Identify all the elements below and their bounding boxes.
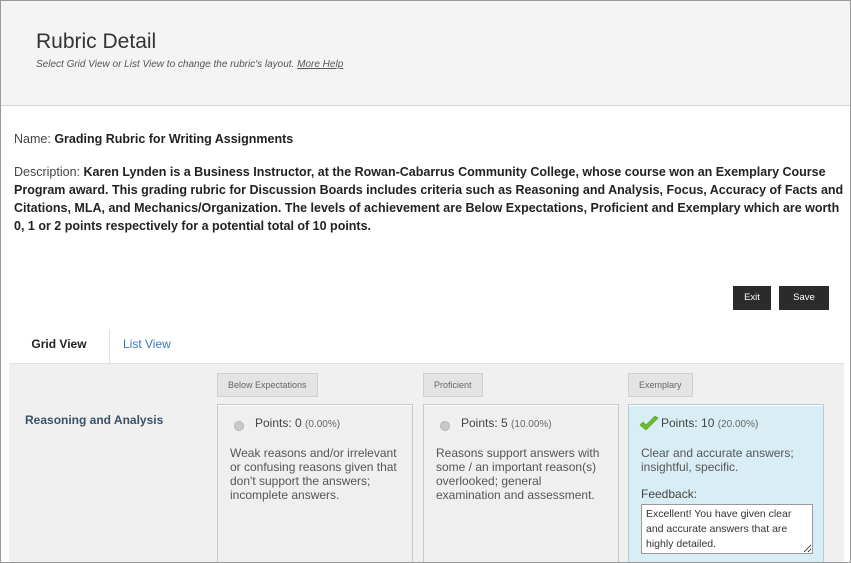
- more-help-link[interactable]: More Help: [297, 59, 343, 70]
- cell-description: Reasons support answers with some / an i…: [436, 446, 600, 502]
- feedback-label: Feedback:: [641, 487, 698, 501]
- cell-description: Clear and accurate answers; insightful, …: [641, 446, 794, 474]
- points-percent: (10.00%): [511, 419, 552, 430]
- radio-button[interactable]: [440, 421, 450, 431]
- page-subtitle: Select Grid View or List View to change …: [36, 59, 343, 70]
- cell-points: Points: 10 (20.00%): [661, 416, 758, 430]
- points-percent: (0.00%): [305, 419, 341, 430]
- points-value: Points: 0: [255, 416, 302, 430]
- points-value: Points: 10: [661, 416, 715, 430]
- save-button[interactable]: Save: [779, 286, 829, 310]
- column-header-proficient: Proficient: [423, 373, 483, 397]
- description-label: Description:: [14, 165, 80, 179]
- feedback-text: Excellent! You have given clear and accu…: [646, 508, 792, 550]
- column-header-below-expectations: Below Expectations: [217, 373, 318, 397]
- checkmark-icon: [639, 416, 659, 431]
- view-tabs: Grid View List View: [9, 330, 850, 364]
- radio-button[interactable]: [234, 421, 244, 431]
- rubric-cell-exemplary[interactable]: Points: 10 (20.00%) Clear and accurate a…: [628, 404, 824, 562]
- name-value: Grading Rubric for Writing Assignments: [54, 132, 294, 146]
- points-value: Points: 5: [461, 416, 508, 430]
- criterion-label: Reasoning and Analysis: [25, 413, 164, 427]
- rubric-cell-proficient[interactable]: Points: 5 (10.00%) Reasons support answe…: [423, 404, 619, 562]
- description-value: Karen Lynden is a Business Instructor, a…: [14, 165, 844, 233]
- name-label: Name:: [14, 132, 51, 146]
- exit-button[interactable]: Exit: [733, 286, 771, 310]
- page-title: Rubric Detail: [36, 30, 157, 53]
- cell-points: Points: 0 (0.00%): [255, 416, 340, 430]
- cell-description: Weak reasons and/or irrelevant or confus…: [230, 446, 397, 502]
- tab-grid-view[interactable]: Grid View: [9, 330, 110, 363]
- tab-list-view[interactable]: List View: [123, 330, 171, 363]
- subtitle-text: Select Grid View or List View to change …: [36, 59, 295, 70]
- rubric-window: Rubric Detail Select Grid View or List V…: [0, 0, 851, 563]
- page-header: Rubric Detail Select Grid View or List V…: [1, 1, 850, 106]
- rubric-cell-below-expectations[interactable]: Points: 0 (0.00%) Weak reasons and/or ir…: [217, 404, 413, 562]
- points-percent: (20.00%): [717, 419, 759, 430]
- feedback-textarea[interactable]: Excellent! You have given clear and accu…: [641, 504, 813, 554]
- rubric-name: Name: Grading Rubric for Writing Assignm…: [14, 132, 293, 146]
- rubric-description: Description: Karen Lynden is a Business …: [14, 163, 844, 235]
- rubric-grid: Below Expectations Proficient Exemplary …: [9, 363, 844, 562]
- column-header-exemplary: Exemplary: [628, 373, 693, 397]
- resize-grip-icon[interactable]: [803, 544, 811, 552]
- cell-points: Points: 5 (10.00%): [461, 416, 552, 430]
